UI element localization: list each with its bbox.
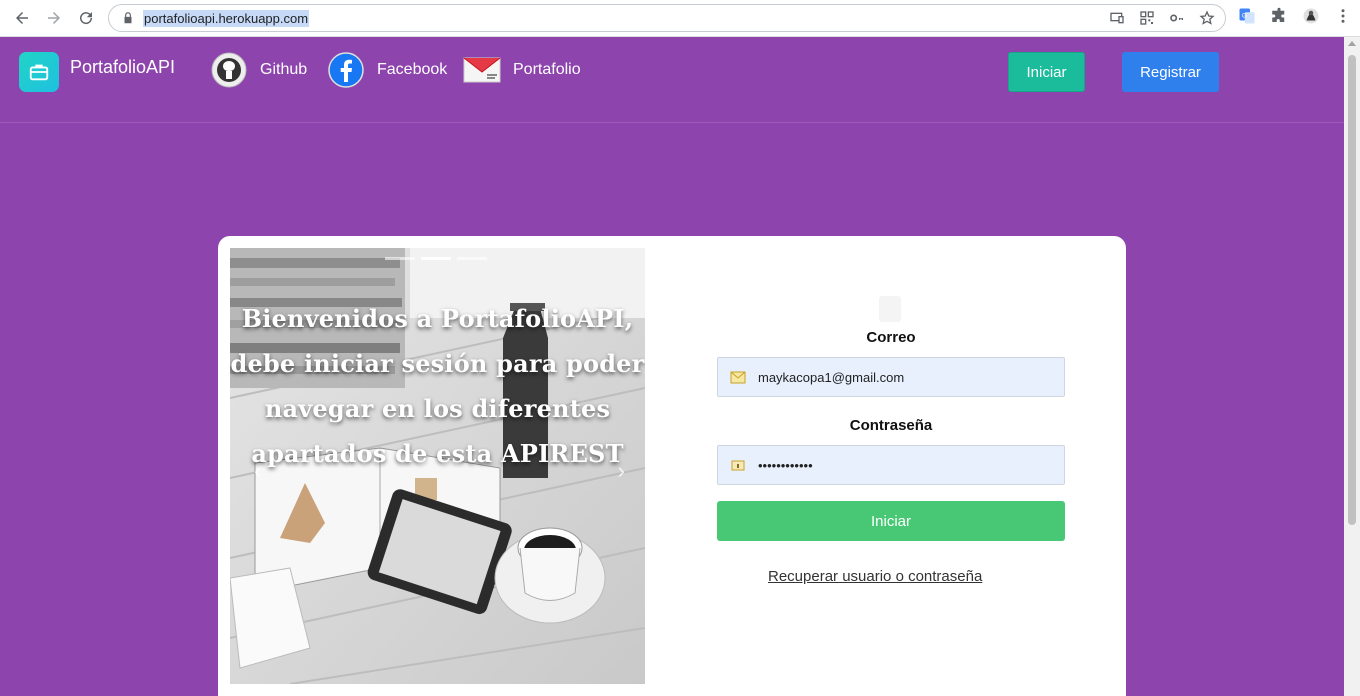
- email-field[interactable]: maykacopa1@gmail.com: [717, 357, 1065, 397]
- translate-icon[interactable]: G: [1238, 7, 1256, 25]
- nav-link-label: Portafolio: [513, 61, 581, 78]
- forward-button[interactable]: [38, 2, 70, 34]
- facebook-icon: [327, 51, 365, 89]
- password-label: Contraseña: [849, 417, 933, 434]
- carousel-caption: Bienvenidos a PortafolioAPI, debe inicia…: [230, 304, 645, 468]
- extensions-icon[interactable]: [1270, 7, 1288, 25]
- brand-link[interactable]: PortafolioAPI: [19, 52, 175, 92]
- back-button[interactable]: [6, 2, 38, 34]
- browser-toolbar: portafolioapi.herokuapp.com G: [0, 0, 1360, 37]
- recover-account-link[interactable]: Recuperar usuario o contraseña: [768, 568, 982, 585]
- register-button[interactable]: Registrar: [1122, 52, 1219, 92]
- login-button[interactable]: Iniciar: [1008, 52, 1085, 92]
- envelope-icon: [730, 371, 746, 384]
- key-card-icon: [731, 460, 745, 471]
- password-value: ••••••••••••: [758, 457, 813, 473]
- arrow-left-icon: [16, 12, 28, 24]
- star-icon[interactable]: [1199, 10, 1215, 26]
- carousel-indicator-active[interactable]: [421, 257, 451, 260]
- profile-avatar-icon[interactable]: [1302, 7, 1320, 25]
- nav-link-label: Github: [260, 61, 308, 78]
- nav-link-label: Facebook: [377, 61, 448, 78]
- welcome-carousel[interactable]: Bienvenidos a PortafolioAPI, debe inicia…: [230, 248, 645, 684]
- carousel-indicator[interactable]: [385, 257, 415, 260]
- email-value: maykacopa1@gmail.com: [758, 369, 905, 385]
- password-field[interactable]: ••••••••••••: [717, 445, 1065, 485]
- chevron-left-icon[interactable]: ‹: [254, 458, 261, 484]
- mail-icon: [463, 51, 501, 89]
- logo-placeholder: [879, 296, 901, 322]
- scroll-thumb[interactable]: [1348, 55, 1356, 525]
- url-text[interactable]: portafolioapi.herokuapp.com: [143, 9, 310, 27]
- scroll-up-arrow-icon[interactable]: [1348, 41, 1356, 46]
- briefcase-icon: [19, 52, 59, 92]
- cast-icon[interactable]: [1109, 10, 1125, 26]
- qr-code-icon[interactable]: [1139, 10, 1155, 26]
- nav-link-github[interactable]: Github: [210, 51, 307, 89]
- carousel-indicators: [385, 257, 487, 260]
- key-icon[interactable]: [1169, 10, 1185, 26]
- arrow-right-icon: [48, 12, 60, 24]
- carousel-indicator[interactable]: [457, 257, 487, 260]
- github-icon: [210, 51, 248, 89]
- nav-link-facebook[interactable]: Facebook: [327, 51, 447, 89]
- site-navbar: PortafolioAPI Github Facebook Portafolio…: [0, 37, 1344, 123]
- login-card: Bienvenidos a PortafolioAPI, debe inicia…: [218, 236, 1126, 696]
- submit-login-button[interactable]: Iniciar: [717, 501, 1065, 541]
- email-label: Correo: [866, 329, 916, 346]
- chevron-right-icon[interactable]: ›: [618, 458, 625, 484]
- reload-icon: [80, 12, 93, 25]
- reload-button[interactable]: [70, 2, 102, 34]
- address-bar[interactable]: portafolioapi.herokuapp.com: [108, 4, 1226, 32]
- svg-text:G: G: [1242, 13, 1247, 20]
- lock-icon: [124, 12, 132, 24]
- nav-link-portafolio[interactable]: Portafolio: [463, 51, 581, 89]
- brand-name: PortafolioAPI: [70, 56, 176, 77]
- page-scrollbar[interactable]: [1344, 37, 1360, 696]
- menu-dots-icon[interactable]: [1334, 7, 1352, 25]
